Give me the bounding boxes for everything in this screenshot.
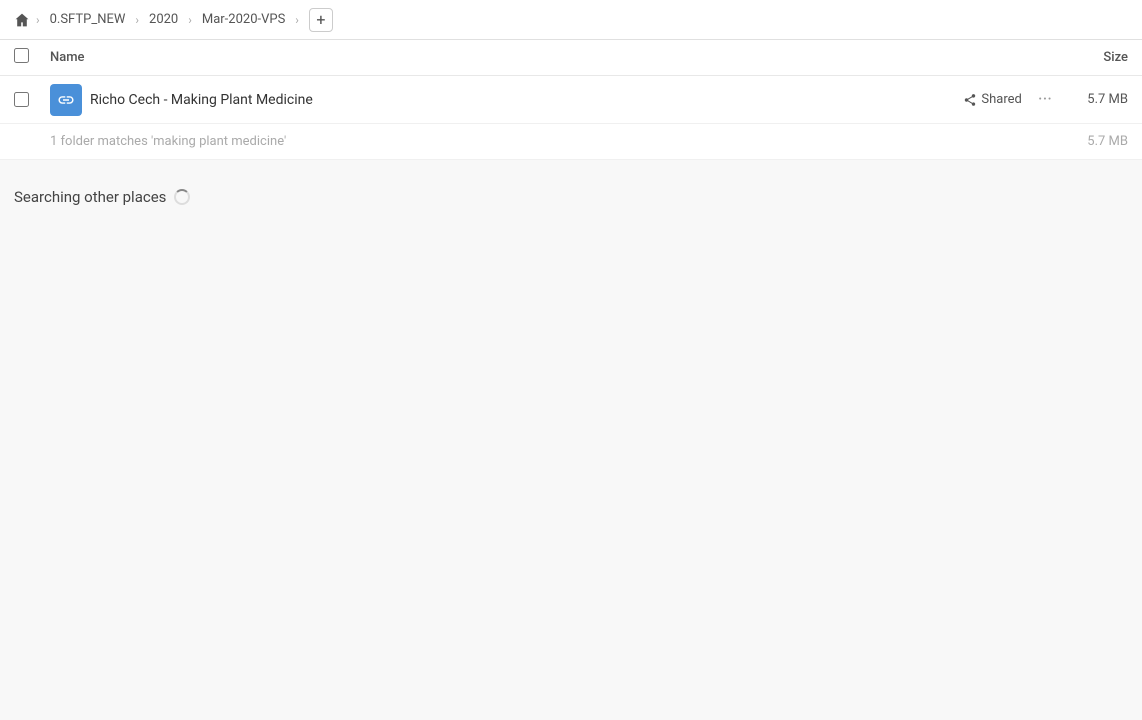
breadcrumb-sep-1: › [36, 13, 40, 27]
breadcrumb-sep-4: › [295, 13, 299, 27]
file-shared-badge: Shared [963, 92, 1021, 107]
share-icon [963, 93, 977, 107]
column-size-header: Size [1048, 50, 1128, 65]
file-name-label: Richo Cech - Making Plant Medicine [90, 92, 963, 108]
add-breadcrumb-button[interactable]: + [309, 8, 333, 32]
searching-section: Searching other places [0, 160, 1142, 216]
summary-row: 1 folder matches 'making plant medicine'… [0, 124, 1142, 160]
file-row[interactable]: Richo Cech - Making Plant Medicine Share… [0, 76, 1142, 124]
select-all-checkbox[interactable] [14, 48, 50, 67]
file-row-checkbox[interactable] [14, 92, 50, 107]
breadcrumb-item-2020[interactable]: 2020 [145, 10, 182, 29]
breadcrumb-bar: › 0.SFTP_NEW › 2020 › Mar-2020-VPS › + [0, 0, 1142, 40]
summary-text: 1 folder matches 'making plant medicine' [50, 134, 1087, 149]
table-header: Name Size [0, 40, 1142, 76]
more-options-button[interactable]: ··· [1038, 89, 1052, 110]
shared-label: Shared [981, 92, 1021, 107]
searching-text: Searching other places [14, 188, 166, 206]
breadcrumb-sep-3: › [188, 13, 192, 27]
main-content: Name Size Richo Cech - Making Plant Medi… [0, 40, 1142, 720]
breadcrumb-item-sftp[interactable]: 0.SFTP_NEW [46, 10, 130, 29]
folder-icon [50, 84, 82, 116]
breadcrumb-sep-2: › [135, 13, 139, 27]
loading-spinner [174, 189, 190, 205]
breadcrumb-item-mar[interactable]: Mar-2020-VPS [198, 10, 289, 29]
file-size-label: 5.7 MB [1068, 92, 1128, 107]
searching-label: Searching other places [14, 188, 1128, 206]
home-button[interactable] [14, 12, 30, 28]
column-name-header: Name [50, 50, 1048, 65]
summary-size: 5.7 MB [1087, 134, 1128, 149]
